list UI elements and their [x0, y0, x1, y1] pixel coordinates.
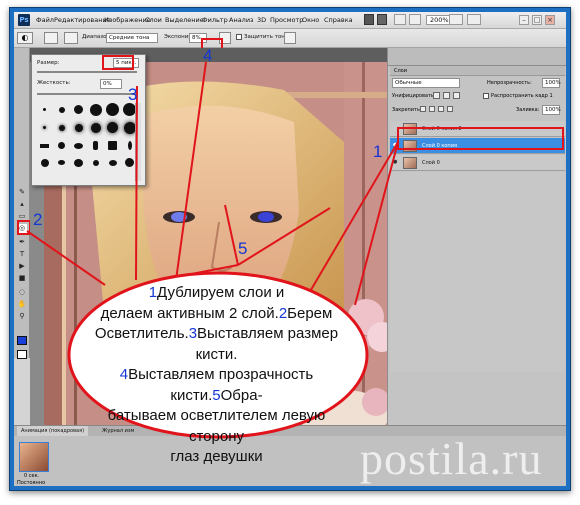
screenshot-frame: Ps Файл Редактирование Изображение Слои … — [0, 0, 580, 505]
instruction-line: батываем осветлителем левую сторону — [107, 407, 326, 445]
step-number: 4 — [119, 366, 129, 383]
instruction-line: Берем — [287, 304, 333, 322]
watermark: postila.ru — [360, 433, 543, 484]
marker-1: 1 — [373, 142, 383, 161]
marker-3: 3 — [128, 85, 138, 104]
instruction-text: 1Дублируем слои и делаем активным 2 слой… — [80, 283, 353, 468]
instruction-line: глаз девушки — [170, 448, 263, 465]
step-number: 2 — [278, 304, 288, 322]
marker-4: 4 — [203, 46, 213, 65]
step-number: 3 — [188, 325, 198, 342]
marker-2: 2 — [33, 210, 43, 229]
instruction-line: Выставляем размер кисти. — [195, 325, 339, 363]
step-number: 5 — [212, 386, 221, 404]
marker-5: 5 — [238, 239, 248, 258]
instruction-line: Обра- — [220, 386, 263, 404]
instruction-line: Дублируем слои и — [157, 284, 285, 301]
step-number: 1 — [148, 284, 158, 301]
instruction-line: делаем активным 2 слой. — [100, 304, 279, 322]
instruction-line: Осветлитель. — [94, 325, 189, 342]
